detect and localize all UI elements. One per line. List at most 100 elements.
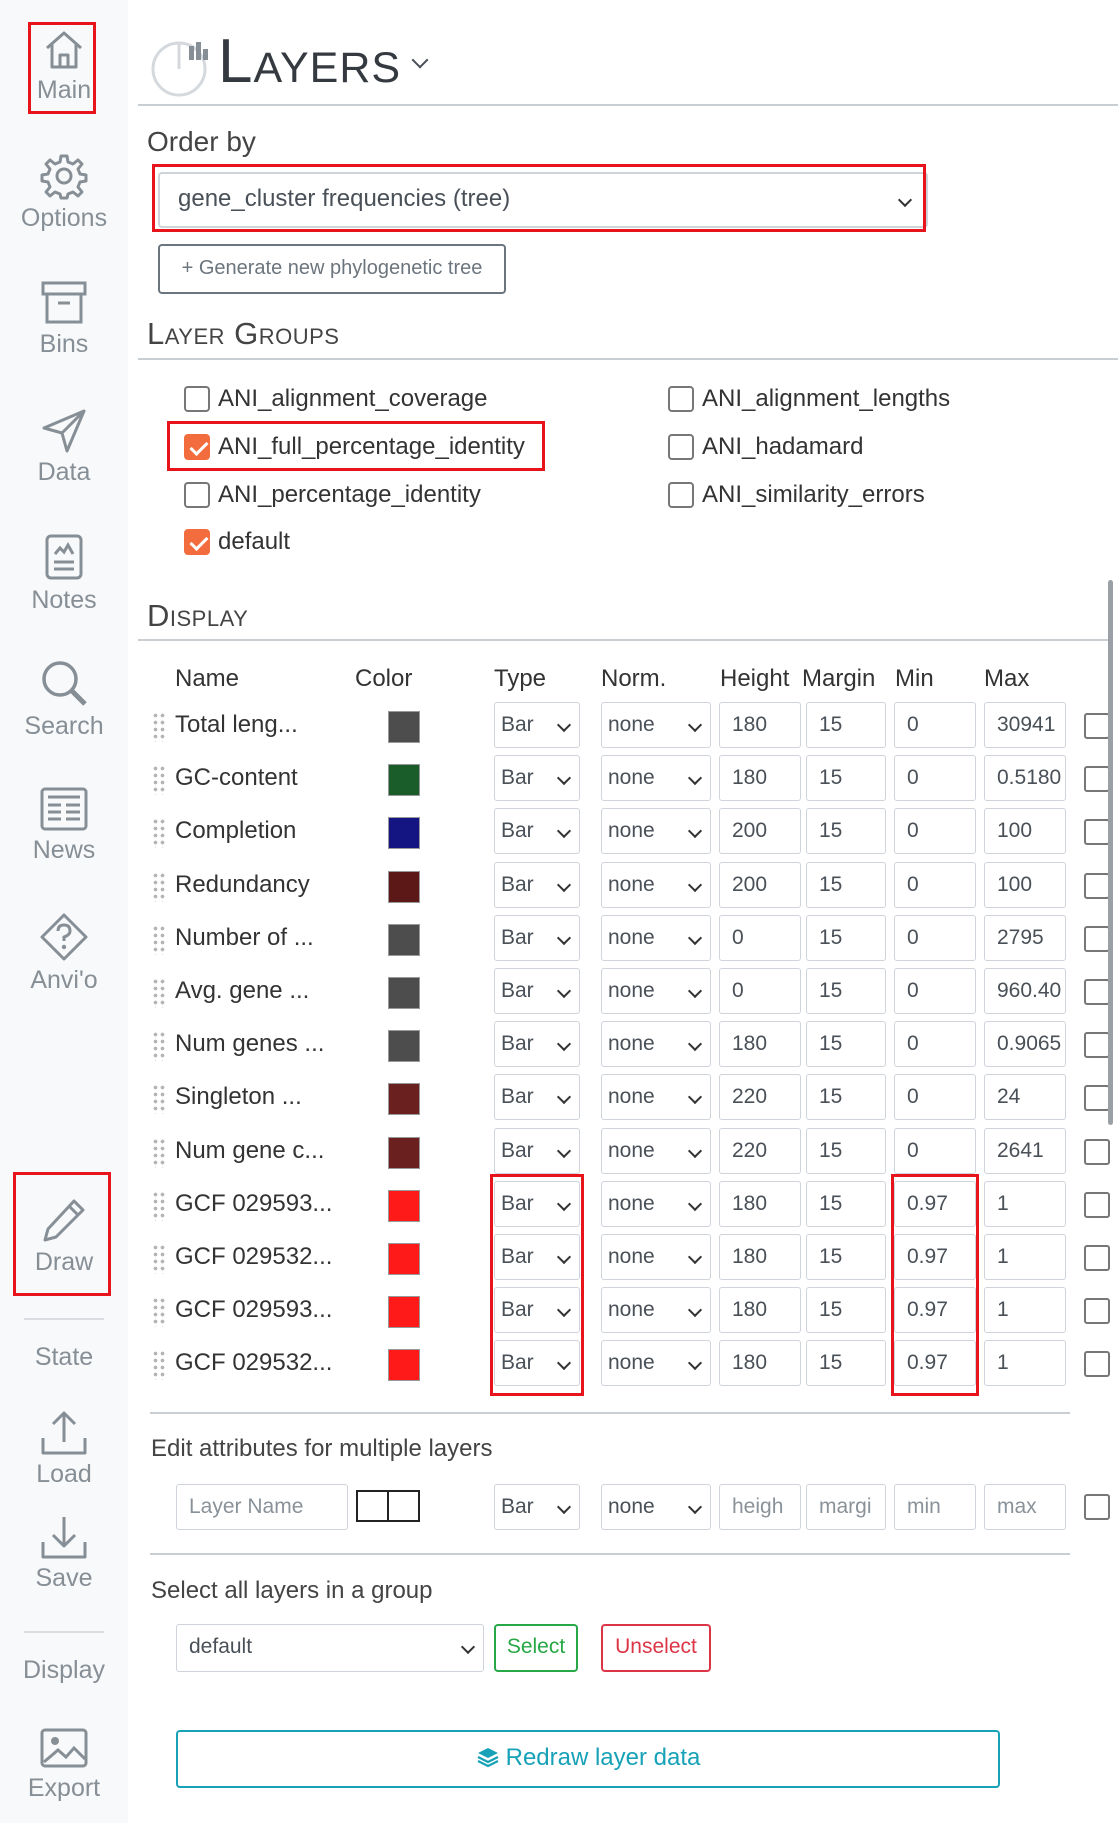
layer-color-swatch[interactable]	[388, 871, 420, 903]
layer-margin-input[interactable]: 15	[806, 862, 886, 908]
layer-row-checkbox[interactable]	[1084, 713, 1110, 739]
layer-margin-input[interactable]: 15	[806, 1181, 886, 1227]
layer-row-checkbox[interactable]	[1084, 1139, 1110, 1165]
layer-row-checkbox[interactable]	[1084, 873, 1110, 899]
layer-norm-select[interactable]: none	[601, 1287, 711, 1333]
layer-max-input[interactable]: 960.40	[984, 968, 1066, 1014]
layer-min-input[interactable]: 0	[894, 755, 976, 801]
layer-max-input[interactable]: 0.9065	[984, 1021, 1066, 1067]
layer-color-swatch[interactable]	[388, 1296, 420, 1328]
layer-color-swatch[interactable]	[388, 1349, 420, 1381]
layer-type-select[interactable]: Bar	[494, 1340, 580, 1386]
sidebar-item-main[interactable]: Main	[10, 28, 118, 105]
layer-max-input[interactable]: 30941	[984, 702, 1066, 748]
layer-height-input[interactable]: 200	[719, 862, 801, 908]
group-checkbox[interactable]	[668, 482, 694, 508]
layer-margin-input[interactable]: 15	[806, 968, 886, 1014]
layer-height-input[interactable]: 180	[719, 1340, 801, 1386]
sidebar-item-notes[interactable]: Notes	[10, 532, 118, 615]
group-checkbox[interactable]	[668, 434, 694, 460]
layer-norm-select[interactable]: none	[601, 1074, 711, 1120]
layer-color-swatch[interactable]	[388, 764, 420, 796]
layer-type-select[interactable]: Bar	[494, 1234, 580, 1280]
layer-row-checkbox[interactable]	[1084, 1298, 1110, 1324]
layer-max-input[interactable]: 100	[984, 808, 1066, 854]
layer-type-select[interactable]: Bar	[494, 755, 580, 801]
sidebar-item-bins[interactable]: Bins	[10, 280, 118, 359]
layer-row-checkbox[interactable]	[1084, 1032, 1110, 1058]
layer-norm-select[interactable]: none	[601, 808, 711, 854]
sidebar-item-anvio[interactable]: Anvi'o	[10, 912, 118, 995]
layer-height-input[interactable]: 220	[719, 1074, 801, 1120]
layer-max-input[interactable]: 100	[984, 862, 1066, 908]
sidebar-item-search[interactable]: Search	[10, 658, 118, 741]
unselect-button[interactable]: Unselect	[601, 1624, 711, 1672]
layer-height-input[interactable]: 180	[719, 1181, 801, 1227]
layer-max-input[interactable]: 1	[984, 1287, 1066, 1333]
layer-max-input[interactable]: 2795	[984, 915, 1066, 961]
drag-handle-icon[interactable]	[152, 978, 166, 1008]
drag-handle-icon[interactable]	[152, 818, 166, 848]
select-button[interactable]: Select	[494, 1624, 578, 1672]
layer-min-input[interactable]: 0	[894, 1074, 976, 1120]
layer-type-select[interactable]: Bar	[494, 808, 580, 854]
layer-margin-input[interactable]: 15	[806, 755, 886, 801]
multi-type-select[interactable]: Bar	[494, 1484, 580, 1530]
layer-norm-select[interactable]: none	[601, 1181, 711, 1227]
layer-margin-input[interactable]: 15	[806, 1287, 886, 1333]
layer-type-select[interactable]: Bar	[494, 968, 580, 1014]
drag-handle-icon[interactable]	[152, 1350, 166, 1380]
layer-height-input[interactable]: 0	[719, 915, 801, 961]
group-select[interactable]: default	[176, 1624, 484, 1672]
sidebar-item-news[interactable]: News	[10, 786, 118, 865]
layer-row-checkbox[interactable]	[1084, 766, 1110, 792]
layer-max-input[interactable]: 1	[984, 1181, 1066, 1227]
drag-handle-icon[interactable]	[152, 712, 166, 742]
layer-row-checkbox[interactable]	[1084, 1351, 1110, 1377]
layer-color-swatch[interactable]	[388, 1137, 420, 1169]
layer-type-select[interactable]: Bar	[494, 1074, 580, 1120]
layer-color-swatch[interactable]	[388, 977, 420, 1009]
chevron-down-icon[interactable]	[411, 51, 429, 69]
drag-handle-icon[interactable]	[152, 1138, 166, 1168]
drag-handle-icon[interactable]	[152, 872, 166, 902]
layer-norm-select[interactable]: none	[601, 702, 711, 748]
layer-margin-input[interactable]: 15	[806, 915, 886, 961]
layer-margin-input[interactable]: 15	[806, 808, 886, 854]
layer-min-input[interactable]: 0	[894, 1021, 976, 1067]
layer-margin-input[interactable]: 15	[806, 1340, 886, 1386]
layer-height-input[interactable]: 180	[719, 702, 801, 748]
layer-margin-input[interactable]: 15	[806, 1074, 886, 1120]
layer-norm-select[interactable]: none	[601, 1340, 711, 1386]
layer-name-input[interactable]: Layer Name	[176, 1484, 348, 1530]
layer-norm-select[interactable]: none	[601, 1021, 711, 1067]
group-checkbox[interactable]	[668, 386, 694, 412]
layer-norm-select[interactable]: none	[601, 968, 711, 1014]
layer-norm-select[interactable]: none	[601, 1128, 711, 1174]
layer-min-input[interactable]: 0.97	[894, 1234, 976, 1280]
sidebar-item-data[interactable]: Data	[10, 408, 118, 487]
layer-type-select[interactable]: Bar	[494, 1021, 580, 1067]
sidebar-item-display[interactable]: Display	[0, 1656, 128, 1685]
drag-handle-icon[interactable]	[152, 1084, 166, 1114]
layer-margin-input[interactable]: 15	[806, 1234, 886, 1280]
layer-height-input[interactable]: 200	[719, 808, 801, 854]
layer-margin-input[interactable]: 15	[806, 1021, 886, 1067]
layer-color-swatch[interactable]	[388, 817, 420, 849]
multi-max-input[interactable]: max	[984, 1484, 1066, 1530]
drag-handle-icon[interactable]	[152, 765, 166, 795]
layer-min-input[interactable]: 0.97	[894, 1287, 976, 1333]
layer-norm-select[interactable]: none	[601, 862, 711, 908]
sidebar-item-draw[interactable]: Draw	[10, 1196, 118, 1277]
sidebar-item-export[interactable]: Export	[10, 1724, 118, 1803]
layer-color-swatch[interactable]	[388, 711, 420, 743]
layer-type-select[interactable]: Bar	[494, 862, 580, 908]
layer-row-checkbox[interactable]	[1084, 819, 1110, 845]
generate-tree-button[interactable]: + Generate new phylogenetic tree	[158, 244, 506, 294]
group-checkbox[interactable]	[184, 434, 210, 460]
layer-min-input[interactable]: 0	[894, 968, 976, 1014]
layer-row-checkbox[interactable]	[1084, 926, 1110, 952]
layer-color-swatch[interactable]	[388, 1083, 420, 1115]
drag-handle-icon[interactable]	[152, 1244, 166, 1274]
layer-min-input[interactable]: 0.97	[894, 1340, 976, 1386]
